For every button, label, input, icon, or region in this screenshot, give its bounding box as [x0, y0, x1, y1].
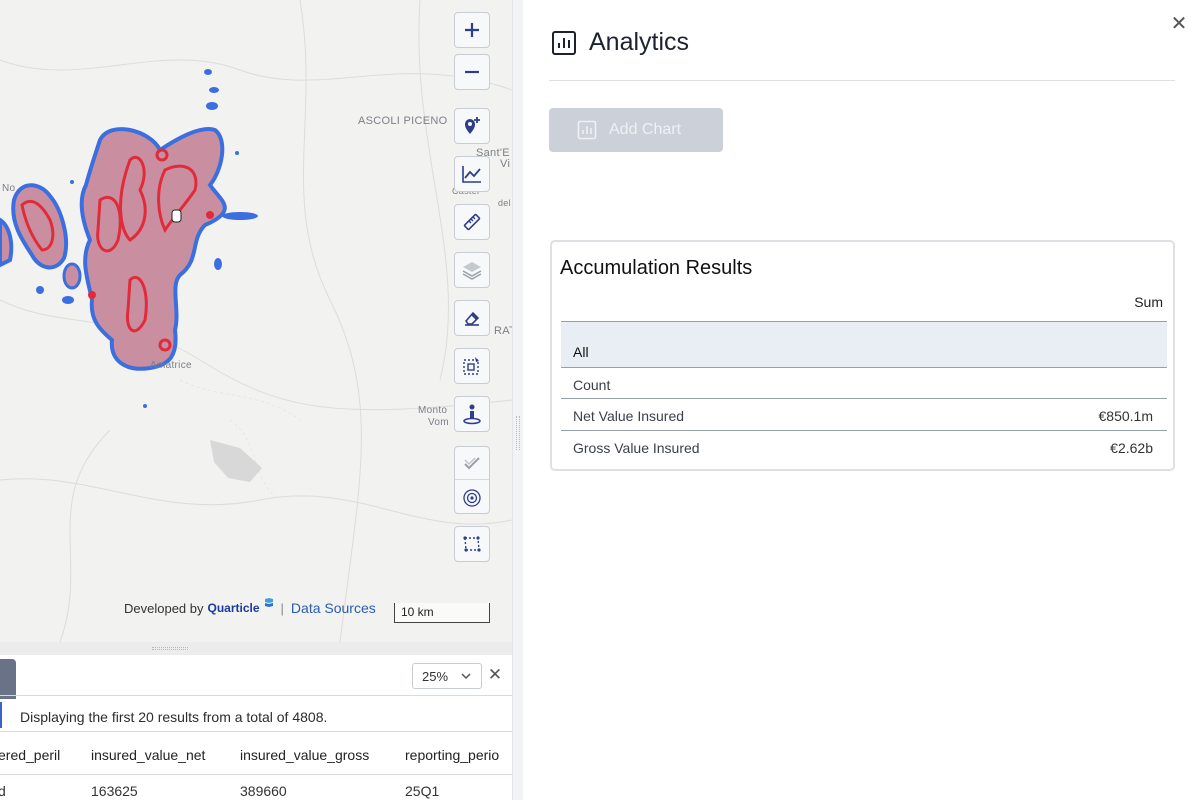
plus-icon [465, 23, 479, 37]
row-label: Count [573, 377, 611, 393]
splitter-grip [152, 647, 188, 650]
target-icon [463, 488, 481, 507]
row-label: Net Value Insured [573, 408, 685, 424]
zoom-out-button[interactable] [454, 54, 490, 90]
map-canvas[interactable] [0, 0, 512, 642]
zoom-in-button[interactable] [454, 12, 490, 48]
hand-cursor-icon [171, 209, 182, 223]
developed-by-text: Developed by [124, 600, 204, 616]
accumulation-results-card: Accumulation Results Sum All Count Net V… [550, 240, 1175, 471]
results-table: All Count Net Value Insured €850.1m Gros… [561, 321, 1167, 463]
map-label-vom: Vom [428, 417, 449, 428]
erase-button[interactable] [454, 300, 490, 336]
ruler-icon [463, 213, 481, 231]
select-area-button[interactable] [454, 348, 490, 384]
data-sources-link[interactable]: Data Sources [291, 600, 376, 616]
table-header-row: ered_peril insured_value_net insured_val… [0, 731, 512, 775]
table-row[interactable]: d 163625 389660 25Q1 [0, 775, 512, 800]
chart-tool-button[interactable] [454, 156, 490, 192]
tool-group [454, 446, 490, 514]
panel-title: Analytics [589, 28, 690, 56]
line-chart-icon [462, 166, 481, 183]
row-value: €850.1m [1098, 408, 1153, 424]
column-header[interactable]: reporting_perio [405, 747, 499, 763]
map-attribution: Developed by Quarticle | Data Sources [124, 598, 376, 616]
table-cell: d [0, 783, 6, 799]
close-panel-button[interactable]: ✕ [1169, 12, 1189, 36]
check-button[interactable] [455, 447, 489, 480]
measure-button[interactable] [454, 204, 490, 240]
column-header[interactable]: insured_value_net [91, 747, 205, 763]
chart-icon [577, 120, 597, 140]
attribution-separator: | [280, 600, 284, 616]
add-chart-label: Add Chart [609, 121, 682, 138]
heat-layer [0, 69, 258, 408]
analytics-icon [552, 30, 576, 55]
table-cell: 25Q1 [405, 783, 440, 799]
chevron-down-icon [461, 672, 471, 679]
add-location-button[interactable] [454, 108, 490, 144]
row-label: Gross Value Insured [573, 440, 700, 456]
map-label-del: del [498, 198, 511, 208]
column-header[interactable]: ered_peril [0, 747, 60, 763]
minus-icon [465, 70, 479, 74]
splitter-grip [516, 416, 520, 450]
person-pin-icon [463, 404, 481, 425]
sum-column-header: Sum [1134, 294, 1163, 310]
map-label-ascoli: ASCOLI PICENO [358, 115, 448, 127]
map-label-monto: Monto [418, 405, 448, 416]
row-label: All [573, 344, 589, 360]
layers-button[interactable] [454, 252, 490, 288]
check-icon [464, 457, 480, 470]
map-label-amatrice: Amatrice [150, 360, 192, 371]
person-locate-button[interactable] [454, 396, 490, 432]
horizontal-splitter[interactable] [0, 642, 512, 655]
pane-tab[interactable] [0, 659, 16, 699]
zoom-select-value: 25% [422, 668, 449, 684]
map-label-no: No [2, 183, 16, 194]
polygon-select-button[interactable] [454, 526, 490, 562]
table-cell: 389660 [240, 783, 287, 799]
map-pin-plus-icon [465, 117, 480, 134]
brand-logo-icon [264, 598, 273, 607]
eraser-icon [464, 311, 480, 326]
polygon-select-icon [463, 536, 481, 552]
results-row-gross-value[interactable]: Gross Value Insured €2.62b [561, 431, 1167, 463]
row-value: €2.62b [1110, 440, 1153, 456]
results-info: Displaying the first 20 results from a t… [0, 695, 512, 731]
map-label-rat: RAT [494, 325, 512, 337]
results-table-pane: 25% ✕ Displaying the first 20 results fr… [0, 655, 512, 800]
selection-icon [463, 357, 479, 375]
divider [549, 80, 1175, 81]
layers-icon [462, 262, 482, 280]
results-title: Accumulation Results [560, 257, 753, 279]
zoom-select[interactable]: 25% [412, 663, 482, 689]
pane-close-button[interactable]: ✕ [486, 665, 504, 685]
vertical-splitter[interactable] [512, 0, 523, 800]
analytics-panel: ✕ Analytics Add Chart Accumulation Resul… [523, 0, 1200, 800]
map-view[interactable]: ASCOLI PICENO Sant'E Vi Castel del No Am… [0, 0, 512, 642]
panel-header: Analytics [551, 28, 689, 57]
results-row-all[interactable]: All [561, 321, 1167, 367]
brand-logo[interactable]: Quarticle [208, 601, 260, 615]
table-cell: 163625 [91, 783, 138, 799]
add-chart-button[interactable]: Add Chart [549, 108, 723, 152]
results-row-net-value[interactable]: Net Value Insured €850.1m [561, 399, 1167, 431]
map-scale-bar: 10 km [394, 603, 490, 623]
target-button[interactable] [455, 481, 489, 514]
results-row-count[interactable]: Count [561, 367, 1167, 399]
map-label-vi: Vi [500, 158, 511, 170]
column-header[interactable]: insured_value_gross [240, 747, 369, 763]
